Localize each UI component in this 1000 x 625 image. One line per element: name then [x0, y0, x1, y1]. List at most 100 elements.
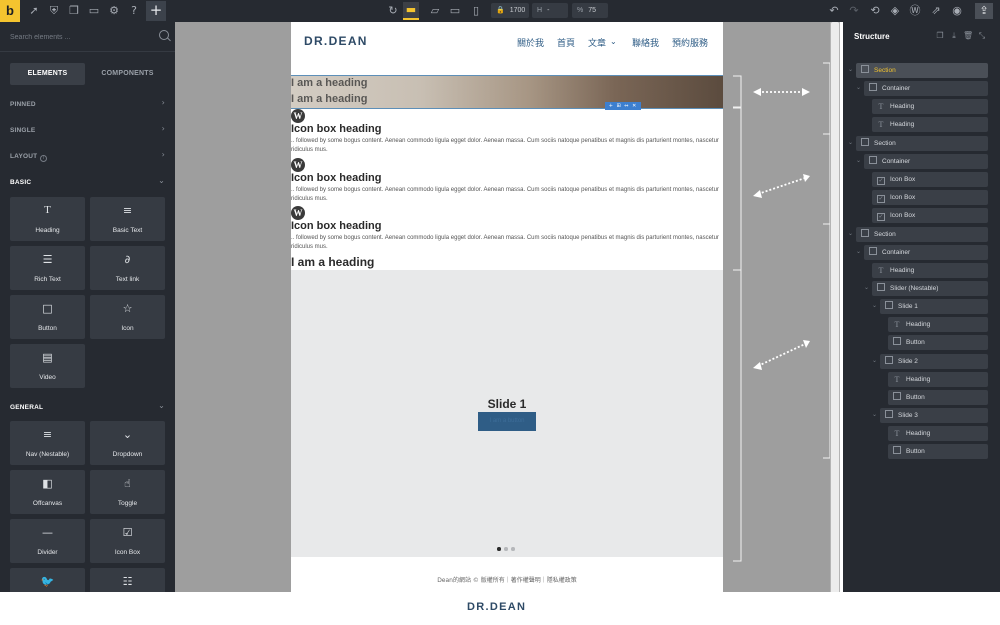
tree-node-section[interactable]: Section — [856, 63, 988, 78]
external-link-icon[interactable]: ⇗ — [928, 3, 944, 19]
tree-node-icon-box[interactable]: ✓ Icon Box — [872, 190, 988, 205]
builder-logo[interactable]: b — [0, 0, 20, 22]
search-icon[interactable] — [159, 30, 169, 40]
element-text-link[interactable]: ∂ Text link — [90, 246, 165, 290]
undo-icon[interactable]: ↶ — [826, 3, 842, 19]
expand-chevron-icon[interactable]: ⌄ — [848, 66, 853, 73]
tree-node-heading[interactable]: T Heading — [888, 372, 988, 387]
element-nav-nestable[interactable]: ≡ Nav (Nestable) — [10, 421, 85, 465]
preview-eye-icon[interactable]: ◉ — [949, 3, 965, 19]
history-icon[interactable]: ⟲ — [867, 3, 883, 19]
pages-icon[interactable]: ❐ — [66, 3, 82, 19]
wordpress-icon[interactable]: Ⓦ — [907, 3, 923, 19]
search-input[interactable] — [10, 31, 150, 43]
star-icon: ☆ — [122, 302, 133, 315]
refresh-icon[interactable]: ↻ — [385, 3, 401, 19]
tree-node-container[interactable]: Container — [864, 245, 988, 260]
expand-chevron-icon[interactable]: ⌄ — [856, 84, 861, 91]
tree-node-icon-box[interactable]: ✓ Icon Box — [872, 172, 988, 187]
element-icon-box[interactable]: ☑ Icon Box — [90, 519, 165, 563]
help-icon[interactable]: ? — [126, 3, 142, 19]
tree-node-heading[interactable]: T Heading — [872, 99, 988, 114]
top-toolbar: b ➚ ⛨ ❐ ▭ ⚙ ? + ↻ ▬ ▱ ▭ ▯ 🔒 1700 H- % 75 ↶… — [0, 0, 1000, 22]
offcanvas-icon: ◧ — [42, 477, 53, 490]
desktop-breakpoint-icon[interactable]: ▬ — [403, 2, 419, 20]
height-label: H — [537, 7, 543, 14]
tree-node-icon-box[interactable]: ✓ Icon Box — [872, 208, 988, 223]
width-field[interactable]: 🔒 1700 — [491, 3, 529, 18]
tree-node-slide[interactable]: Slide 2 — [880, 354, 988, 369]
category-single[interactable]: SINGLE › — [10, 124, 165, 138]
element-label: Basic Text — [112, 227, 143, 234]
collapse-icon[interactable]: ⤡ — [977, 31, 987, 41]
expand-chevron-icon[interactable]: ⌄ — [864, 284, 869, 291]
mobile-icon[interactable]: ▯ — [468, 3, 484, 19]
chevron-right-icon: › — [161, 150, 165, 159]
element-rich-text[interactable]: ☰ Rich Text — [10, 246, 85, 290]
tree-node-button[interactable]: Button — [888, 335, 988, 350]
laptop-breakpoint-icon[interactable]: ▱ — [427, 3, 443, 19]
trash-icon[interactable]: 🗑 — [963, 31, 973, 41]
tree-node-heading[interactable]: T Heading — [872, 117, 988, 132]
element-toggle[interactable]: ☝ Toggle — [90, 470, 165, 514]
expand-chevron-icon[interactable]: ⌄ — [848, 230, 853, 237]
category-layout[interactable]: LAYOUT i › — [10, 150, 165, 164]
tab-elements[interactable]: ELEMENTS — [10, 63, 85, 85]
tab-components[interactable]: COMPONENTS — [90, 63, 165, 85]
element-divider[interactable]: — Divider — [10, 519, 85, 563]
height-field[interactable]: H- — [532, 3, 568, 18]
element-video[interactable]: ▤ Video — [10, 344, 85, 388]
element-icon[interactable]: ☆ Icon — [90, 295, 165, 339]
folder-icon[interactable]: ▭ — [86, 3, 102, 19]
add-element-button[interactable]: + — [146, 1, 166, 21]
rich-text-icon: ☰ — [42, 253, 53, 266]
tree-node-heading[interactable]: T Heading — [872, 263, 988, 278]
drag-link-arrow — [757, 343, 806, 367]
expand-chevron-icon[interactable]: ⌄ — [856, 157, 861, 164]
tree-node-label: Section — [874, 67, 896, 74]
tree-node-slider[interactable]: Slider (Nestable) — [872, 281, 988, 296]
shield-icon[interactable]: ⛨ — [46, 3, 62, 19]
element-social[interactable]: 🐦 — [10, 568, 85, 592]
expand-chevron-icon[interactable]: ⌄ — [848, 139, 853, 146]
tree-node-section[interactable]: Section — [856, 136, 988, 151]
element-label: Rich Text — [34, 276, 61, 283]
tablet-landscape-icon[interactable]: ▭ — [447, 3, 463, 19]
copy-icon[interactable]: ❐ — [935, 31, 945, 41]
layers-icon[interactable]: ◈ — [887, 3, 903, 19]
tree-node-container[interactable]: Container — [864, 154, 988, 169]
category-general[interactable]: GENERAL ⌄ — [10, 401, 165, 415]
expand-chevron-icon[interactable]: ⌄ — [856, 248, 861, 255]
element-list[interactable]: ☷ — [90, 568, 165, 592]
tree-node-button[interactable]: Button — [888, 390, 988, 405]
category-pinned[interactable]: PINNED › — [10, 98, 165, 112]
container-icon — [869, 156, 877, 164]
category-label: BASIC — [10, 179, 32, 186]
settings-icon[interactable]: ⚙ — [106, 3, 122, 19]
tree-node-label: Heading — [906, 430, 931, 437]
tree-node-section[interactable]: Section — [856, 227, 988, 242]
tree-node-container[interactable]: Container — [864, 81, 988, 96]
tree-node-slide[interactable]: Slide 1 — [880, 299, 988, 314]
category-basic[interactable]: BASIC ⌄ — [10, 176, 165, 190]
zoom-field[interactable]: % 75 — [572, 3, 608, 18]
element-button[interactable]: □ Button — [10, 295, 85, 339]
tree-node-heading[interactable]: T Heading — [888, 317, 988, 332]
element-dropdown[interactable]: ⌄ Dropdown — [90, 421, 165, 465]
cursor-icon[interactable]: ➚ — [26, 3, 42, 19]
save-icon[interactable]: ⇪ — [975, 3, 993, 19]
expand-chevron-icon[interactable]: ⌄ — [872, 302, 877, 309]
element-basic-text[interactable]: ≡ Basic Text — [90, 197, 165, 241]
expand-chevron-icon[interactable]: ⌄ — [872, 357, 877, 364]
arrow-head — [802, 88, 810, 96]
tree-node-slide[interactable]: Slide 3 — [880, 408, 988, 423]
redo-icon[interactable]: ↷ — [846, 3, 862, 19]
info-icon[interactable]: i — [40, 155, 48, 162]
expand-chevron-icon[interactable]: ⌄ — [872, 411, 877, 418]
download-icon[interactable]: ⤓ — [949, 31, 959, 41]
tree-node-heading[interactable]: T Heading — [888, 426, 988, 441]
canvas-scroll-thumb[interactable] — [831, 22, 839, 592]
tree-node-button[interactable]: Button — [888, 444, 988, 459]
element-heading[interactable]: T Heading — [10, 197, 85, 241]
element-offcanvas[interactable]: ◧ Offcanvas — [10, 470, 85, 514]
